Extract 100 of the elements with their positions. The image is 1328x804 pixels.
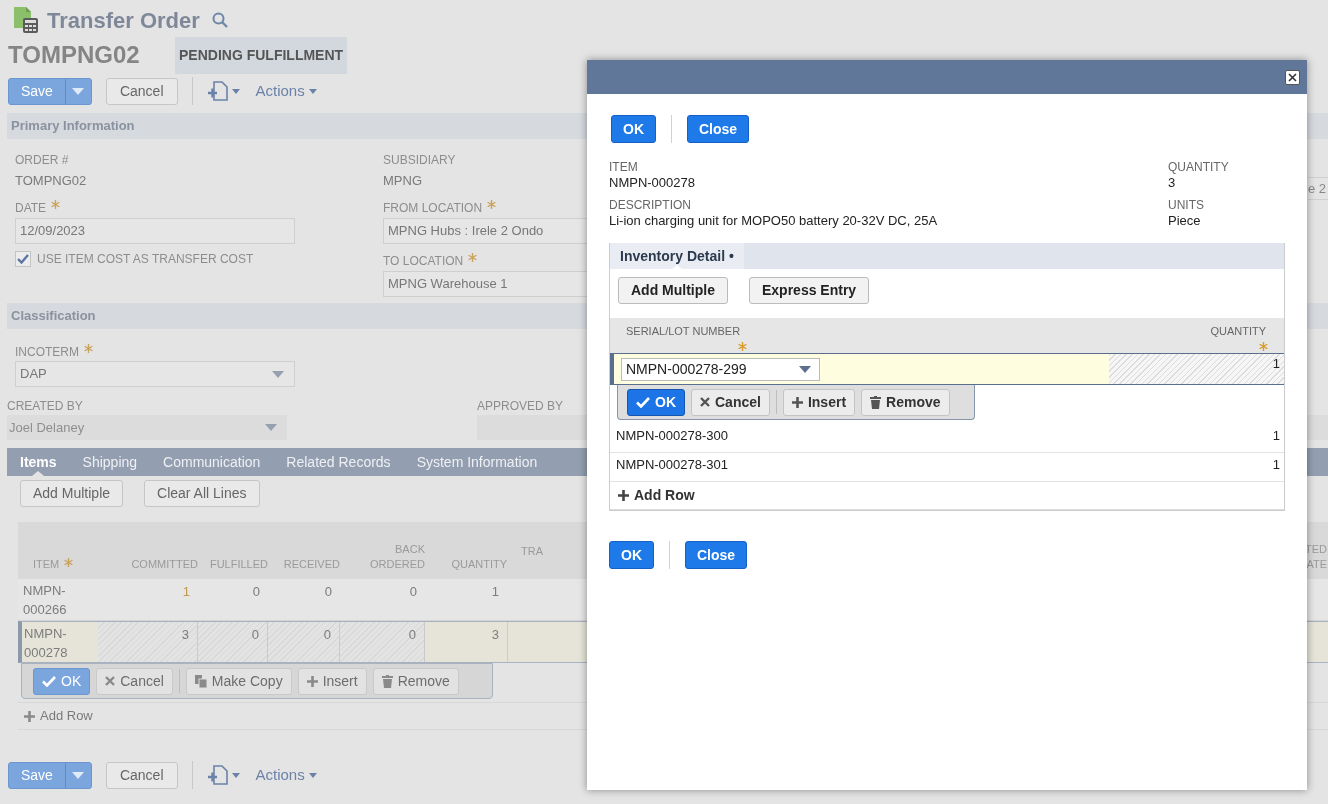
field-value: Piece: [1168, 213, 1202, 228]
field-label: INCOTERM: [15, 344, 79, 361]
new-document-button[interactable]: [206, 765, 240, 785]
status-badge: PENDING FULFILLMENT: [175, 36, 348, 74]
trash-icon: [381, 674, 393, 688]
actions-menu[interactable]: Actions: [255, 79, 317, 103]
checkbox[interactable]: [15, 250, 31, 267]
cancel-button[interactable]: Cancel: [105, 761, 178, 789]
check-icon: [636, 396, 650, 408]
button[interactable]: Add Multiple: [20, 480, 124, 507]
table-cell-text: 1: [181, 583, 191, 601]
check-icon: [42, 675, 56, 687]
column-header: COMMITTED: [131, 557, 198, 572]
input-field[interactable]: 12/09/2023: [15, 217, 295, 244]
button[interactable]: Express Entry: [749, 277, 870, 304]
tab[interactable]: Related Records: [286, 448, 391, 476]
button[interactable]: OK: [611, 115, 656, 143]
button[interactable]: Clear All Lines: [144, 480, 260, 507]
column-header: BACK ORDERED: [369, 542, 425, 572]
button[interactable]: Remove: [372, 667, 459, 695]
table-cell-text: 1: [1272, 456, 1281, 474]
close-icon: [700, 397, 710, 407]
table-cell-text: 1: [1272, 427, 1281, 445]
plus-icon: [791, 396, 803, 408]
check-icon: [17, 253, 29, 264]
close-button[interactable]: [1285, 69, 1300, 85]
table-cell: 0: [198, 622, 268, 662]
button[interactable]: Insert: [297, 667, 367, 695]
select-field[interactable]: DAP: [15, 361, 295, 387]
actions-menu[interactable]: Actions: [255, 763, 317, 787]
select-field[interactable]: NMPN-000278-299: [621, 357, 820, 381]
button[interactable]: Cancel: [96, 667, 173, 695]
caret-icon: [72, 87, 85, 95]
button[interactable]: Insert: [782, 388, 856, 416]
table-cell-text: NMPN-000278-301: [615, 456, 729, 474]
button[interactable]: Cancel: [691, 388, 770, 416]
table-cell-text: 0: [408, 583, 418, 601]
new-document-icon: [206, 765, 229, 785]
plus-icon: [306, 675, 318, 687]
plus-icon: [24, 710, 35, 722]
button[interactable]: Close: [687, 115, 750, 143]
new-document-button[interactable]: [206, 81, 240, 101]
checkbox-label: USE ITEM COST AS TRANSFER COST: [37, 250, 254, 268]
column-header: TRA: [521, 544, 543, 559]
column-header: TED ATE: [1305, 542, 1328, 572]
field-label: DESCRIPTION: [609, 198, 692, 213]
caret-icon: [231, 88, 240, 94]
field-label: UNITS: [1168, 198, 1205, 213]
column-header: FULFILLED: [209, 557, 268, 572]
caret-icon: [308, 88, 317, 94]
page-title: Transfer Order: [47, 6, 200, 35]
column-header: RECEIVED: [283, 557, 340, 572]
table-cell: 3: [98, 622, 198, 662]
field-label: DATE: [15, 199, 47, 217]
tab[interactable]: Communication: [163, 448, 261, 476]
close-icon: [105, 676, 116, 686]
caret-icon: [265, 424, 277, 431]
copy-icon: [194, 674, 207, 688]
tab[interactable]: Inventory Detail •: [610, 243, 744, 269]
button[interactable]: OK: [627, 388, 685, 416]
caret-icon: [231, 772, 240, 778]
button[interactable]: OK: [609, 541, 654, 569]
table-cell-text: 0: [323, 583, 333, 601]
tab[interactable]: System Information: [416, 448, 538, 476]
new-document-icon: [206, 81, 229, 101]
field-value: 3: [1168, 175, 1177, 190]
field-label: ITEM: [609, 160, 639, 175]
field-label: TO LOCATION: [383, 252, 464, 270]
button[interactable]: OK: [33, 667, 91, 695]
save-button[interactable]: Save: [8, 761, 92, 789]
calculator-document-icon: [12, 6, 39, 34]
button[interactable]: Remove: [861, 388, 950, 416]
save-button[interactable]: Save: [8, 77, 92, 105]
caret-icon: [272, 370, 284, 378]
table-cell-text: 0: [251, 583, 261, 601]
tab[interactable]: Shipping: [82, 448, 138, 476]
button[interactable]: Make Copy: [185, 667, 292, 695]
caret-icon: [72, 771, 85, 779]
table-row[interactable]: NMPN-000278-299 1: [610, 353, 1284, 385]
button[interactable]: Add Multiple: [618, 277, 728, 304]
table-cell: 0: [340, 622, 425, 662]
field-label: APPROVED BY: [477, 398, 564, 415]
field-label: SUBSIDIARY: [383, 152, 456, 169]
close-icon: [1288, 72, 1297, 82]
trash-icon: [870, 395, 882, 409]
table-cell: 0: [268, 622, 340, 662]
field-label: FROM LOCATION: [383, 199, 483, 217]
button[interactable]: Close: [685, 541, 748, 569]
column-header: ITEM: [33, 557, 60, 572]
field-label: CREATED BY: [7, 398, 83, 415]
cancel-button[interactable]: Cancel: [105, 77, 178, 105]
table-cell-text: 3: [490, 626, 500, 644]
caret-icon: [308, 772, 317, 778]
table-cell-text: NMPN-000266: [22, 582, 68, 619]
table-cell-text: NMPN-000278-300: [615, 427, 729, 445]
record-id: TOMPNG02: [8, 40, 141, 70]
table-cell-text: NMPN-000278: [23, 625, 69, 662]
field-label: ORDER #: [15, 152, 69, 169]
field-value: NMPN-000278: [609, 175, 696, 190]
table-cell: 1: [1109, 354, 1284, 384]
